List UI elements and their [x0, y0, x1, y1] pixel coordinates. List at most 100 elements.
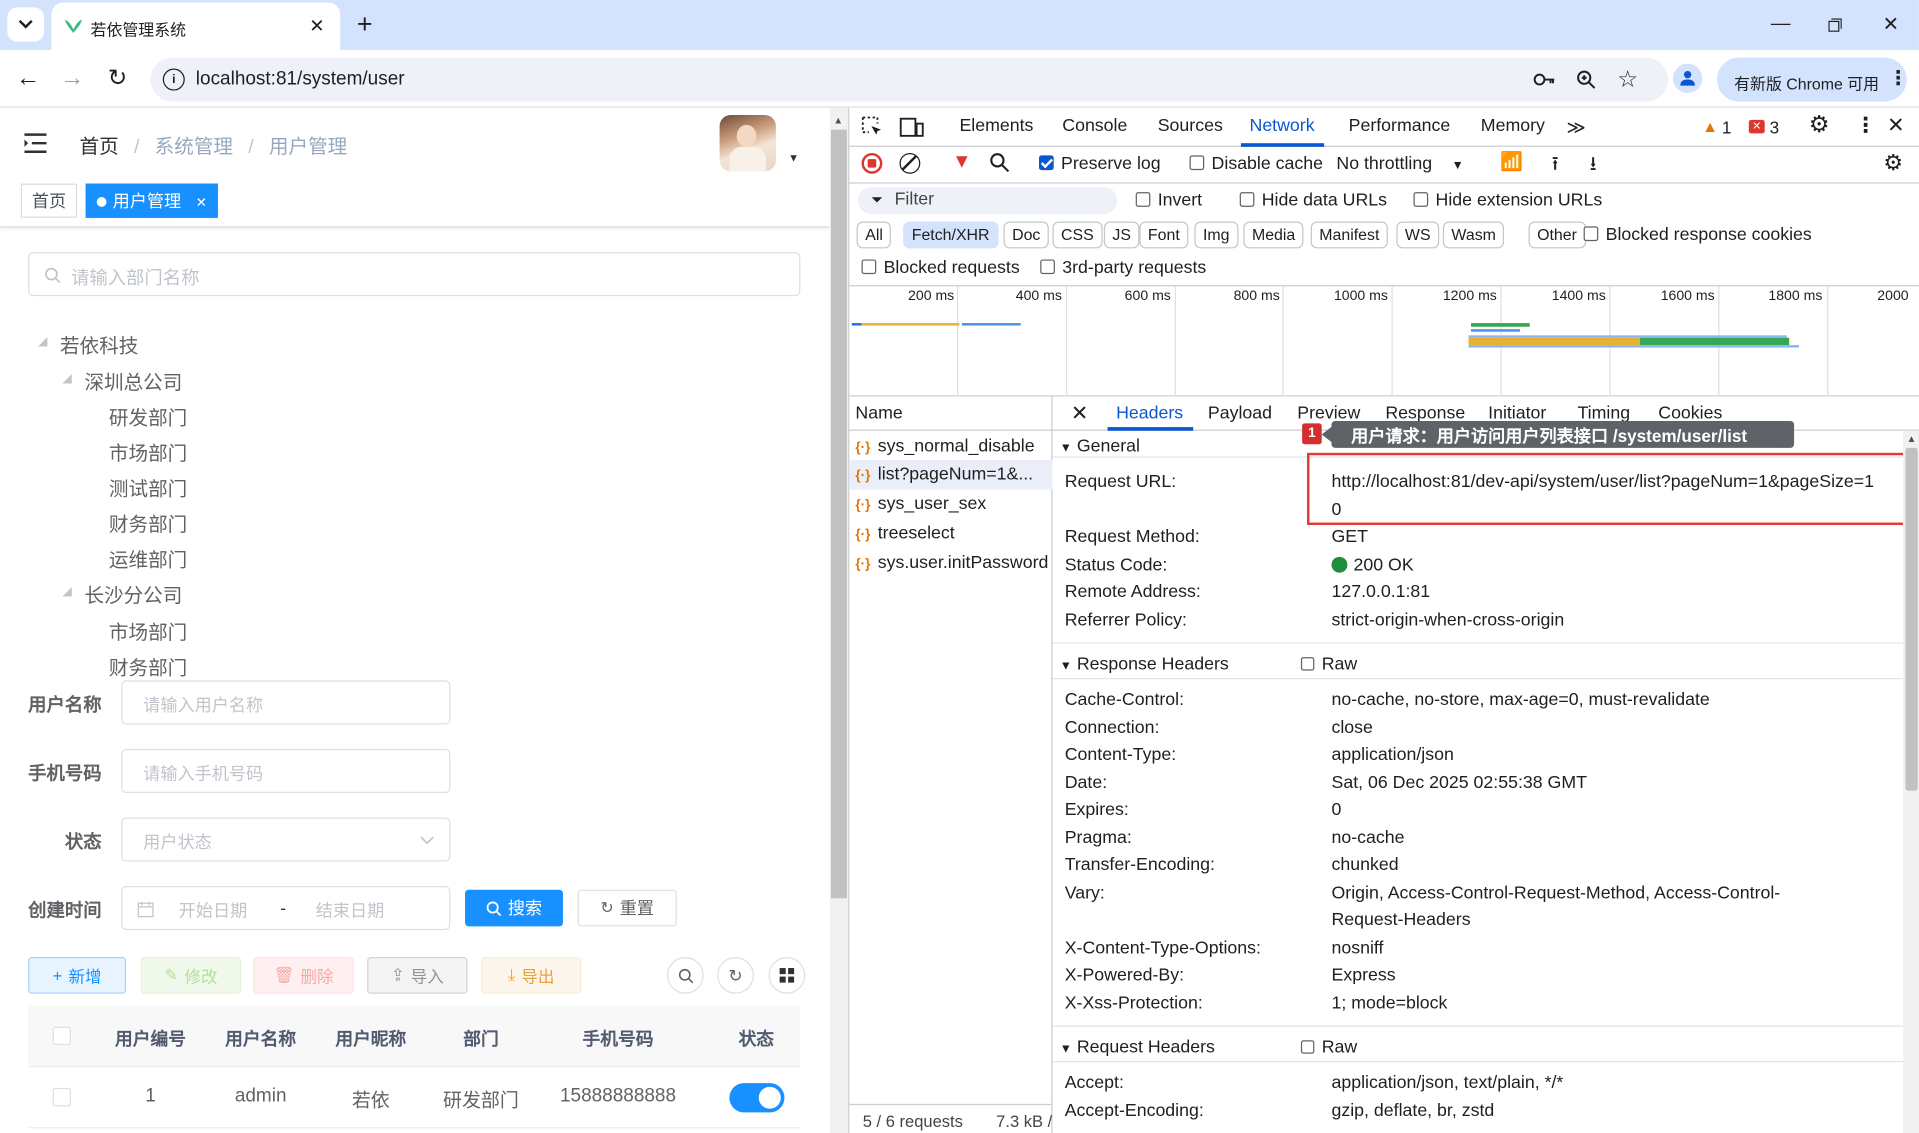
more-tabs-icon[interactable]: ≫ — [1566, 116, 1585, 138]
import-har-icon[interactable]: ⭱ — [1552, 151, 1559, 184]
edit-button[interactable]: ✎ 修改 — [140, 957, 242, 994]
name-column-header[interactable]: Name — [855, 404, 902, 424]
type-other[interactable]: Other — [1528, 221, 1586, 249]
kebab-menu-icon[interactable]: ⋮ — [1888, 66, 1908, 90]
tree-caret-icon[interactable]: ◢ — [38, 335, 47, 348]
request-raw-checkbox[interactable]: Raw — [1300, 1038, 1357, 1057]
back-icon[interactable]: ← — [12, 62, 44, 94]
type-wasm[interactable]: Wasm — [1442, 221, 1505, 249]
toggle-search-icon[interactable] — [666, 957, 704, 994]
type-js[interactable]: JS — [1103, 221, 1140, 249]
network-settings-icon[interactable]: ⚙ — [1883, 151, 1903, 177]
tab-search-button[interactable] — [7, 7, 45, 42]
devtools-tab-sources[interactable]: Sources — [1158, 116, 1223, 136]
select-all-checkbox[interactable] — [52, 1026, 71, 1046]
close-tab-icon[interactable]: ✕ — [306, 15, 328, 37]
warning-icon[interactable]: ▲ — [1702, 117, 1718, 135]
forward-icon[interactable]: → — [56, 62, 88, 94]
tree-node-root[interactable]: 若依科技 — [60, 329, 138, 358]
preserve-log-checkbox[interactable]: Preserve log — [1039, 154, 1161, 174]
add-button[interactable]: + 新增 — [28, 957, 127, 994]
devtools-tab-network[interactable]: Network — [1249, 116, 1314, 136]
export-button[interactable]: ⤓ 导出 — [480, 957, 582, 994]
reset-button[interactable]: ↻ 重置 — [577, 889, 677, 927]
import-button[interactable]: ⇪ 导入 — [367, 957, 468, 994]
devtools-tab-console[interactable]: Console — [1062, 116, 1127, 136]
delete-button[interactable]: 🗑 删除 — [253, 957, 354, 994]
reload-icon[interactable]: ↻ — [102, 62, 134, 94]
detail-tab-payload[interactable]: Payload — [1208, 404, 1272, 424]
tree-node-leaf[interactable]: 财务部门 — [109, 508, 187, 537]
filter-input[interactable]: ⏷ Filter — [857, 187, 1118, 215]
status-switch[interactable] — [729, 1083, 785, 1113]
request-row[interactable]: {·} treeselect — [855, 524, 954, 544]
devtools-kebab-icon[interactable]: ⋮ — [1855, 114, 1876, 138]
response-raw-checkbox[interactable]: Raw — [1300, 655, 1357, 674]
close-devtools-icon[interactable]: ✕ — [1887, 114, 1904, 138]
network-conditions-icon[interactable]: 📶 — [1500, 151, 1523, 173]
request-headers-toggle[interactable]: ▼ Request Headers — [1060, 1038, 1215, 1058]
type-img[interactable]: Img — [1194, 221, 1239, 249]
detail-tab-headers[interactable]: Headers — [1116, 404, 1183, 424]
error-icon[interactable]: ✕ — [1748, 119, 1765, 134]
export-har-icon[interactable]: ⭳ — [1590, 151, 1597, 184]
chrome-update-button[interactable]: 有新版 Chrome 可用 ⋮ — [1716, 57, 1908, 102]
type-manifest[interactable]: Manifest — [1310, 221, 1388, 249]
filter-funnel-icon[interactable]: ▼ — [952, 152, 971, 174]
clear-icon[interactable] — [899, 152, 921, 174]
tree-node-leaf[interactable]: 市场部门 — [109, 616, 187, 645]
response-headers-toggle[interactable]: ▼ Response Headers — [1060, 655, 1229, 675]
request-row[interactable]: {·} sys.user.initPassword — [855, 553, 1048, 573]
invert-checkbox[interactable]: Invert — [1135, 191, 1202, 210]
breadcrumb-system[interactable]: 系统管理 — [155, 137, 233, 158]
request-row[interactable]: {·} sys_normal_disable — [855, 437, 1034, 457]
blocked-requests-checkbox[interactable]: Blocked requests — [861, 258, 1020, 278]
status-select[interactable]: 用户状态 — [121, 817, 451, 862]
disable-cache-checkbox[interactable]: Disable cache — [1189, 154, 1323, 174]
browser-tab[interactable]: 若依管理系统 ✕ — [51, 2, 341, 51]
search-icon[interactable] — [989, 152, 1010, 178]
tree-node-leaf[interactable]: 测试部门 — [109, 472, 187, 501]
type-all[interactable]: All — [856, 221, 892, 249]
search-button[interactable]: 搜索 — [465, 889, 563, 927]
tree-node-branch[interactable]: 深圳总公司 — [84, 366, 182, 395]
tree-node-leaf[interactable]: 运维部门 — [109, 543, 187, 572]
username-input[interactable]: 请输入用户名称 — [121, 680, 451, 725]
close-tag-icon[interactable]: ✕ — [196, 196, 207, 211]
site-info-icon[interactable]: i — [162, 68, 185, 91]
tree-node-branch[interactable]: 长沙分公司 — [84, 579, 182, 608]
throttling-select[interactable]: No throttling ▼ — [1336, 154, 1463, 174]
tree-caret-icon[interactable]: ◢ — [62, 585, 71, 598]
type-ws[interactable]: WS — [1396, 221, 1440, 249]
tree-caret-icon[interactable]: ◢ — [62, 372, 71, 385]
page-scrollbar[interactable]: ▲ — [829, 107, 849, 1133]
type-doc[interactable]: Doc — [1003, 221, 1049, 249]
key-icon[interactable] — [1531, 67, 1558, 91]
new-tab-icon[interactable]: + — [350, 9, 379, 40]
settings-gear-icon[interactable]: ⚙ — [1809, 111, 1830, 139]
warning-count[interactable]: 1 — [1722, 117, 1732, 137]
phone-input[interactable]: 请输入手机号码 — [121, 748, 451, 794]
type-media[interactable]: Media — [1243, 221, 1304, 249]
request-url-value[interactable]: http://localhost:81/dev-api/system/user/… — [1331, 472, 1874, 492]
breadcrumb-home[interactable]: 首页 — [80, 137, 119, 158]
tag-user-active[interactable]: 用户管理 ✕ — [85, 183, 218, 218]
record-stop-icon[interactable] — [861, 152, 883, 174]
request-row-selected[interactable]: {·} list?pageNum=1&... — [855, 465, 1033, 485]
close-window-icon[interactable]: ✕ — [1872, 10, 1909, 39]
inspect-element-icon[interactable] — [859, 115, 886, 139]
type-font[interactable]: Font — [1139, 221, 1189, 249]
tree-node-leaf[interactable]: 研发部门 — [109, 401, 187, 430]
devtools-tab-performance[interactable]: Performance — [1349, 116, 1451, 136]
restore-icon[interactable] — [1816, 10, 1853, 39]
zoom-icon[interactable] — [1573, 67, 1600, 91]
general-section-toggle[interactable]: ▼ General — [1060, 437, 1140, 457]
date-range-input[interactable]: 开始日期 - 结束日期 — [121, 886, 451, 931]
url-text[interactable]: localhost:81/system/user — [196, 69, 405, 91]
type-fetch-xhr[interactable]: Fetch/XHR — [903, 221, 999, 249]
request-row[interactable]: {·} sys_user_sex — [855, 494, 986, 514]
minimize-icon[interactable]: — — [1762, 10, 1799, 39]
hamburger-icon[interactable] — [23, 132, 47, 154]
error-count[interactable]: 3 — [1770, 117, 1780, 137]
columns-icon[interactable] — [768, 957, 806, 994]
